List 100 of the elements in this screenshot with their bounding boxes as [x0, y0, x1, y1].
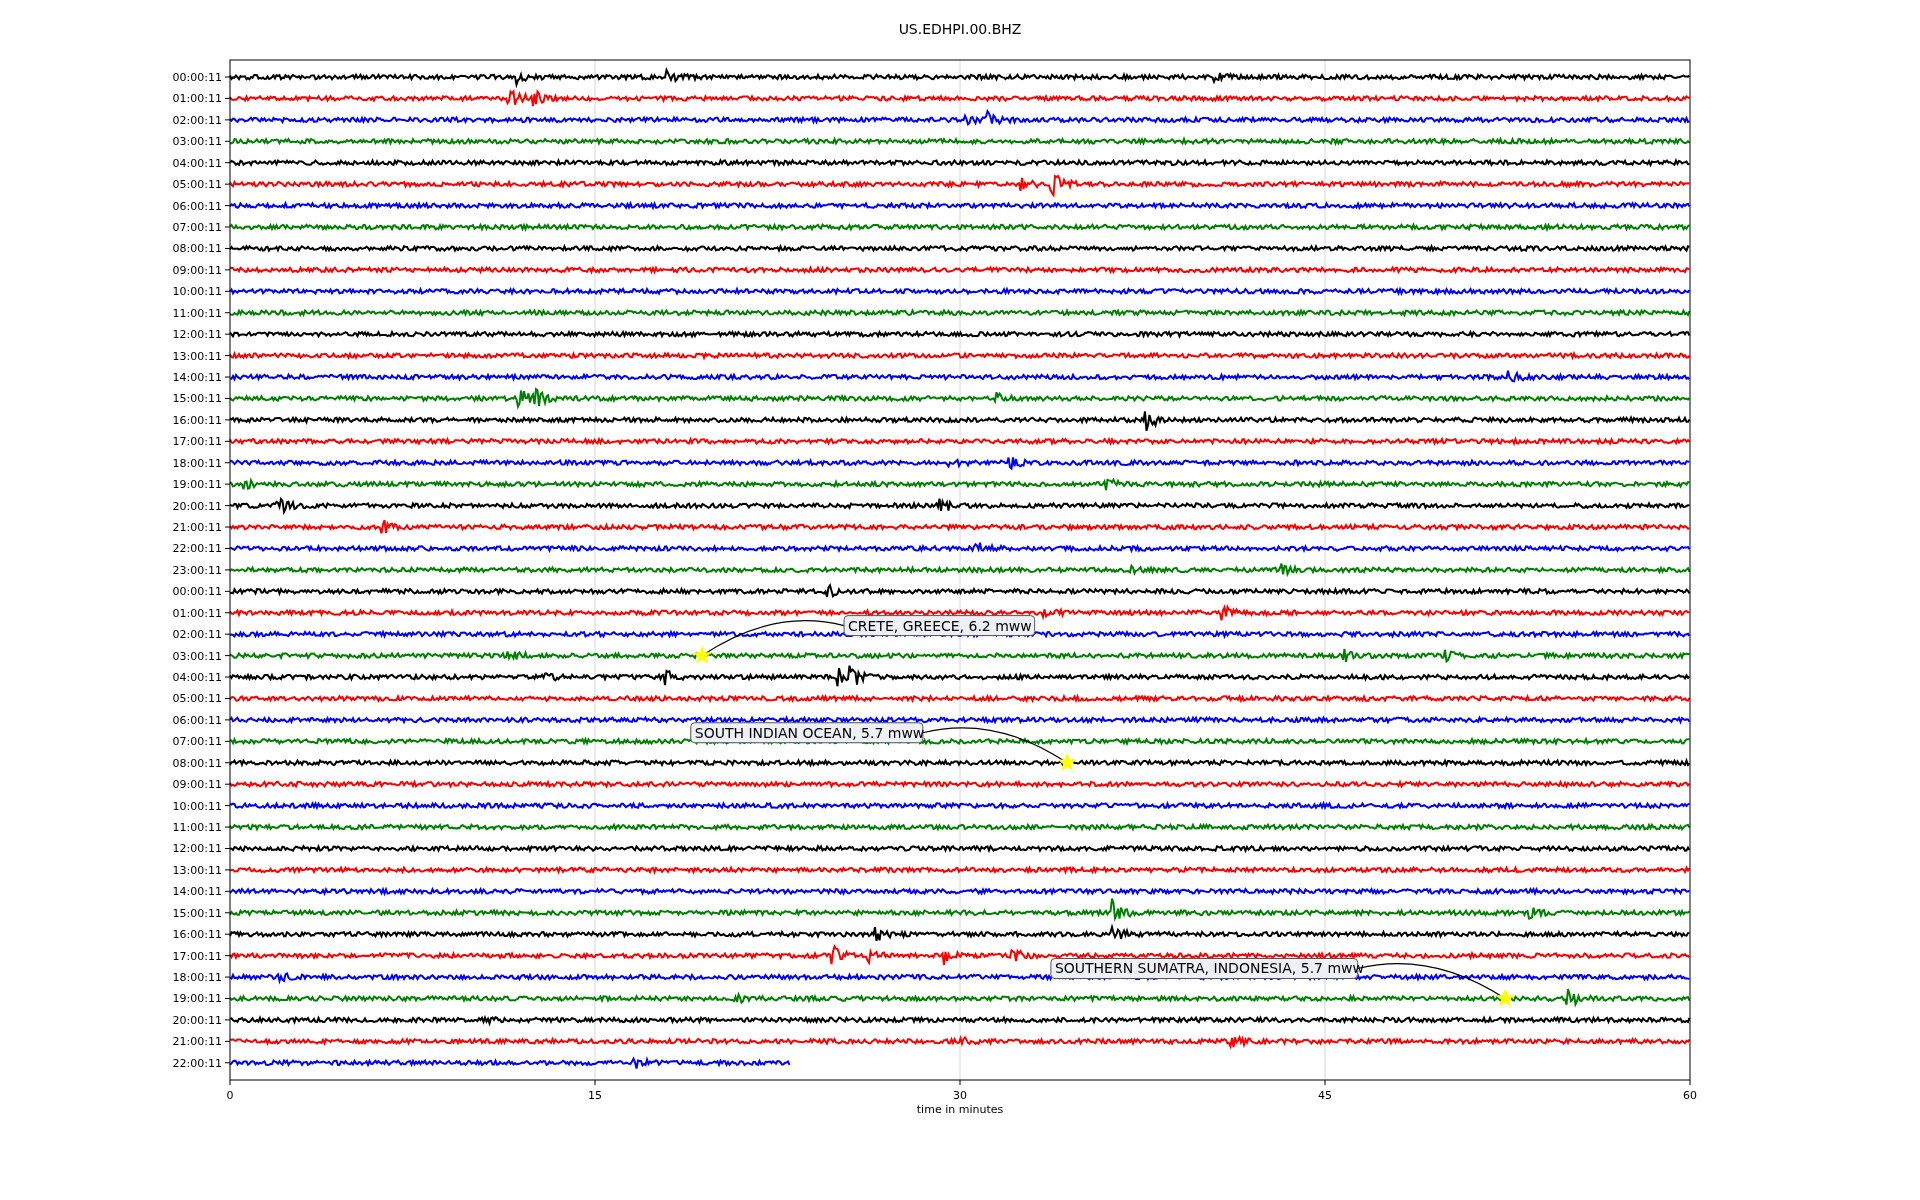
tick-mark: [224, 247, 231, 249]
star-icon: [1057, 752, 1077, 771]
tick-mark: [224, 205, 231, 207]
tick-mark: [224, 1062, 231, 1064]
tick-mark: [224, 998, 231, 999]
tick-mark: [224, 869, 231, 871]
tick-mark: [1689, 1079, 1691, 1086]
tick-mark: [224, 162, 231, 164]
axis-tick-label: 12:00:11: [172, 842, 222, 856]
axis-tick-label: 21:00:11: [172, 1035, 222, 1049]
axis-tick-label: 00:00:11: [172, 585, 222, 599]
tick-mark: [224, 933, 231, 935]
axis-tick-label: 03:00:11: [172, 135, 222, 149]
tick-mark: [224, 912, 231, 914]
axis-tick-label: 12:00:11: [172, 328, 222, 342]
tick-mark: [224, 547, 231, 549]
tick-mark: [224, 676, 231, 678]
axis-tick-label: 04:00:11: [172, 671, 222, 685]
axis-tick-label: 16:00:11: [172, 413, 222, 427]
axis-tick-label: 02:00:11: [172, 113, 222, 127]
axis-tick-label: 02:00:11: [172, 628, 222, 642]
axis-tick-label: 21:00:11: [172, 521, 222, 535]
tick-mark: [224, 526, 231, 528]
axis-tick-label: 11:00:11: [172, 306, 222, 320]
annotation-label: CRETE, GREECE, 6.2 mww: [843, 615, 1036, 637]
tick-mark: [224, 719, 231, 721]
axis-tick-label: 22:00:11: [172, 1056, 222, 1070]
tick-mark: [224, 312, 231, 314]
axis-tick-label: 14:00:11: [172, 371, 222, 384]
tick-mark: [224, 697, 231, 699]
axis-tick-label: 08:00:11: [172, 242, 222, 256]
star-icon: [1495, 988, 1515, 1007]
tick-mark: [229, 1079, 231, 1086]
axis-tick-label: 13:00:11: [172, 349, 222, 363]
tick-mark: [224, 290, 231, 292]
axis-tick-label: 18:00:11: [172, 456, 222, 470]
axis-tick-label: 04:00:11: [172, 156, 222, 170]
axis-tick-label: 20:00:11: [172, 1013, 222, 1027]
tick-mark: [224, 97, 231, 99]
tick-mark: [224, 740, 231, 742]
axis-tick-label: 45: [1318, 1089, 1332, 1102]
tick-mark: [1324, 1079, 1326, 1086]
tick-mark: [224, 440, 231, 442]
tick-mark: [224, 269, 231, 271]
tick-mark: [224, 183, 231, 185]
axis-tick-label: 08:00:11: [172, 756, 222, 770]
tick-mark: [224, 1040, 231, 1042]
tick-mark: [959, 1079, 961, 1086]
axis-tick-label: 05:00:11: [172, 178, 222, 192]
tick-mark: [224, 462, 231, 464]
tick-mark: [224, 226, 231, 228]
axis-tick-label: 15:00:11: [172, 392, 222, 406]
axis-tick-label: 03:00:11: [172, 649, 222, 663]
tick-mark: [224, 633, 231, 635]
annotation-label: SOUTHERN SUMATRA, INDONESIA, 5.7 mww: [1050, 958, 1364, 979]
axis-tick-label: 17:00:11: [172, 949, 222, 963]
axis-tick-label: 23:00:11: [172, 563, 222, 577]
axis-tick-label: 19:00:11: [172, 992, 222, 1006]
axis-tick-label: 22:00:11: [172, 542, 222, 556]
axis-tick-label: 60: [1683, 1089, 1697, 1102]
tick-mark: [224, 140, 231, 142]
axis-tick-label: 01:00:11: [172, 92, 222, 106]
tick-mark: [224, 783, 231, 785]
axis-tick-label: 05:00:11: [172, 692, 222, 706]
axis-tick-label: 07:00:11: [172, 735, 222, 749]
axis-tick-label: 16:00:11: [172, 928, 222, 942]
axis-tick-label: 20:00:11: [172, 499, 222, 513]
star-icon: [692, 645, 712, 664]
tick-mark: [224, 376, 231, 378]
axis-tick-label: 00:00:11: [172, 71, 222, 84]
tick-mark: [224, 655, 231, 657]
axis-label: time in minutes: [916, 1103, 1004, 1116]
axis-tick-label: 15:00:11: [172, 906, 222, 920]
axis-tick-label: 09:00:11: [172, 263, 222, 277]
axis-tick-label: 13:00:11: [172, 863, 222, 877]
axis-tick-label: 07:00:11: [172, 221, 222, 234]
tick-mark: [594, 1079, 596, 1086]
axis-tick-label: 30: [953, 1089, 967, 1102]
axis-tick-label: 01:00:11: [172, 606, 222, 620]
tick-mark: [224, 976, 231, 978]
tick-mark: [224, 569, 231, 571]
tick-mark: [224, 505, 231, 507]
tick-mark: [224, 76, 231, 78]
axis-tick-label: 15: [588, 1089, 602, 1102]
tick-mark: [224, 590, 231, 592]
axis-tick-label: 09:00:11: [172, 778, 222, 792]
tick-mark: [224, 955, 231, 957]
tick-mark: [224, 848, 231, 849]
tick-mark: [224, 890, 231, 892]
tick-mark: [224, 805, 231, 807]
tick-mark: [224, 355, 231, 357]
chart-title: US.EDHPI.00.BHZ: [898, 21, 1022, 37]
axis-tick-label: 10:00:11: [172, 285, 222, 299]
axis-tick-label: 17:00:11: [172, 435, 222, 449]
axis-tick-label: 0: [226, 1089, 234, 1102]
axis-tick-label: 14:00:11: [172, 885, 222, 899]
annotation-label: SOUTH INDIAN OCEAN, 5.7 mww: [690, 722, 925, 744]
tick-mark: [224, 483, 231, 485]
axis-tick-label: 06:00:11: [172, 199, 222, 213]
tick-mark: [224, 397, 231, 399]
